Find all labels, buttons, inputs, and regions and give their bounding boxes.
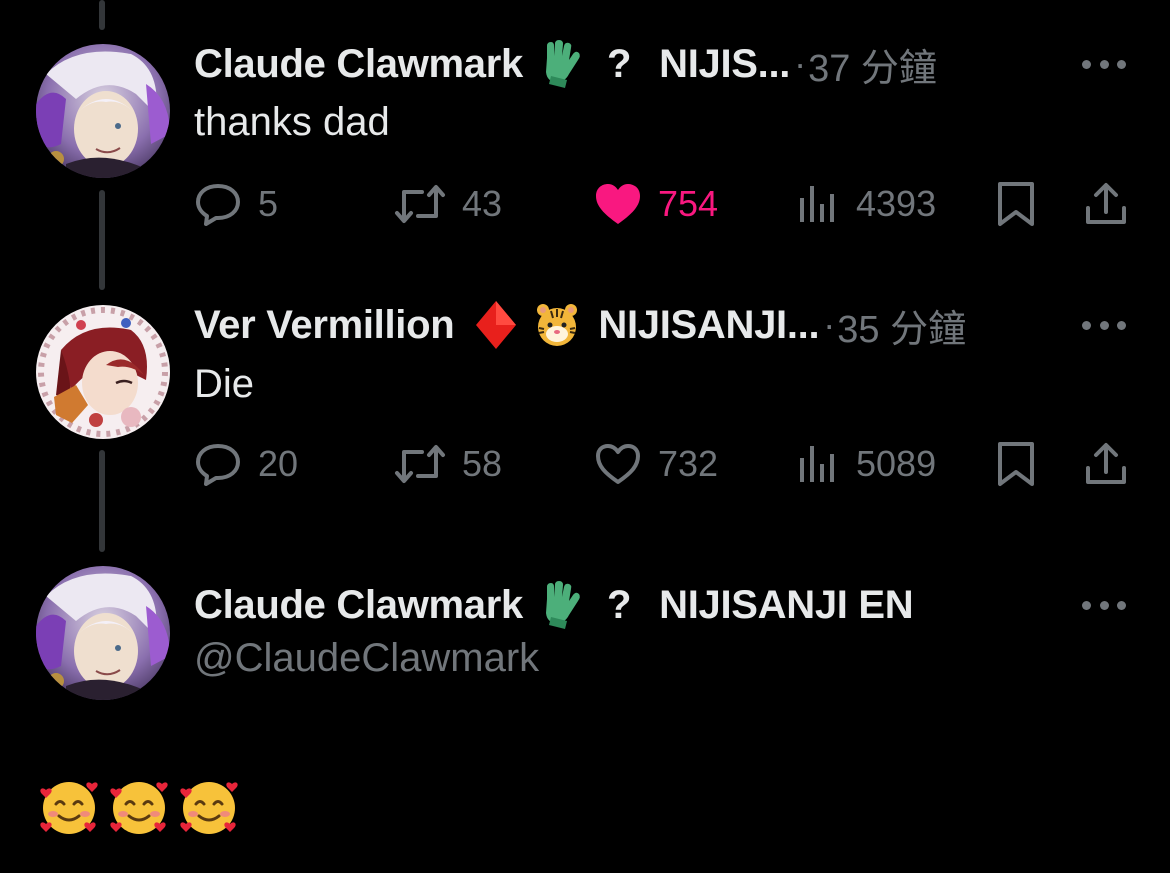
tweet-thread: Claude Clawmark ? NIJIS... · 37 分鐘 thank… <box>0 0 1170 873</box>
smiling-face-with-hearts-icon <box>108 776 170 838</box>
red-diamond-icon <box>474 299 518 351</box>
smiling-face-with-hearts-icon <box>178 776 240 838</box>
bookmark-button[interactable] <box>996 176 1036 232</box>
views-icon <box>800 446 834 482</box>
share-button[interactable] <box>1084 436 1128 492</box>
retweet-count: 43 <box>462 183 503 224</box>
retweet-button[interactable]: 43 <box>394 176 502 232</box>
tweet-actions: 5 43 754 4393 <box>194 176 1134 232</box>
views-button[interactable]: 4393 <box>796 176 936 232</box>
views-icon <box>800 186 834 222</box>
org-name: NIJIS... <box>659 41 791 86</box>
retweet-button[interactable]: 58 <box>394 436 502 492</box>
share-icon <box>1086 183 1126 224</box>
avatar[interactable] <box>36 305 170 439</box>
tweet-text: thanks dad <box>194 100 390 144</box>
bookmark-icon <box>998 182 1034 226</box>
retweet-icon <box>395 445 445 483</box>
more-options-icon[interactable] <box>1082 600 1126 610</box>
retweet-count: 58 <box>462 443 503 484</box>
timestamp[interactable]: 35 分鐘 <box>837 298 966 353</box>
share-icon <box>1086 443 1126 484</box>
glove-icon <box>539 581 583 629</box>
tweet-header: Claude Clawmark ? NIJISANJI EN <box>194 577 914 633</box>
timestamp[interactable]: 37 分鐘 <box>808 37 937 92</box>
more-options-icon[interactable] <box>1082 59 1126 69</box>
org-name: NIJISANJI EN <box>659 582 914 627</box>
smiling-face-with-hearts-icon <box>38 776 100 838</box>
thread-line <box>99 450 105 552</box>
tiger-face-icon <box>534 302 580 348</box>
bookmark-button[interactable] <box>996 436 1036 492</box>
reply-tweet[interactable]: Claude Clawmark ? NIJIS... · 37 分鐘 thank… <box>0 0 1170 260</box>
org-badge-question: ? <box>606 582 632 627</box>
reply-button[interactable]: 20 <box>194 436 298 492</box>
glove-icon <box>539 40 583 88</box>
avatar[interactable] <box>36 44 170 178</box>
reply-icon <box>196 444 240 486</box>
retweet-icon <box>395 185 445 223</box>
like-count: 754 <box>658 183 719 224</box>
reply-icon <box>196 184 240 226</box>
tweet-text: Die <box>194 362 255 406</box>
meta-separator: · <box>794 43 807 84</box>
display-name[interactable]: Claude Clawmark <box>194 583 523 628</box>
like-count: 732 <box>658 443 719 484</box>
heart-outline-icon <box>596 444 640 484</box>
tweet-actions: 20 58 732 5089 <box>194 436 1134 492</box>
avatar[interactable] <box>36 566 170 700</box>
display-name[interactable]: Ver Vermillion <box>194 303 455 348</box>
heart-filled-icon <box>596 184 640 224</box>
like-button[interactable]: 754 <box>594 176 718 232</box>
meta-separator: · <box>823 304 836 345</box>
org-name: NIJISANJI... <box>598 302 820 347</box>
like-button[interactable]: 732 <box>594 436 718 492</box>
bookmark-icon <box>998 442 1034 486</box>
user-handle[interactable]: @ClaudeClawmark <box>194 636 539 681</box>
views-count: 5089 <box>856 443 937 484</box>
more-options-icon[interactable] <box>1082 320 1126 330</box>
reply-count: 5 <box>258 183 279 224</box>
display-name[interactable]: Claude Clawmark <box>194 42 523 87</box>
reply-count: 20 <box>258 443 299 484</box>
reply-button[interactable]: 5 <box>194 176 278 232</box>
views-count: 4393 <box>856 183 937 224</box>
share-button[interactable] <box>1084 176 1128 232</box>
org-badge-question: ? <box>606 41 632 86</box>
views-button[interactable]: 5089 <box>796 436 936 492</box>
tweet-header: Ver Vermillion NIJISANJI... · 35 分鐘 <box>194 297 966 353</box>
tweet-text <box>38 776 240 838</box>
tweet-header: Claude Clawmark ? NIJIS... · 37 分鐘 <box>194 36 937 92</box>
